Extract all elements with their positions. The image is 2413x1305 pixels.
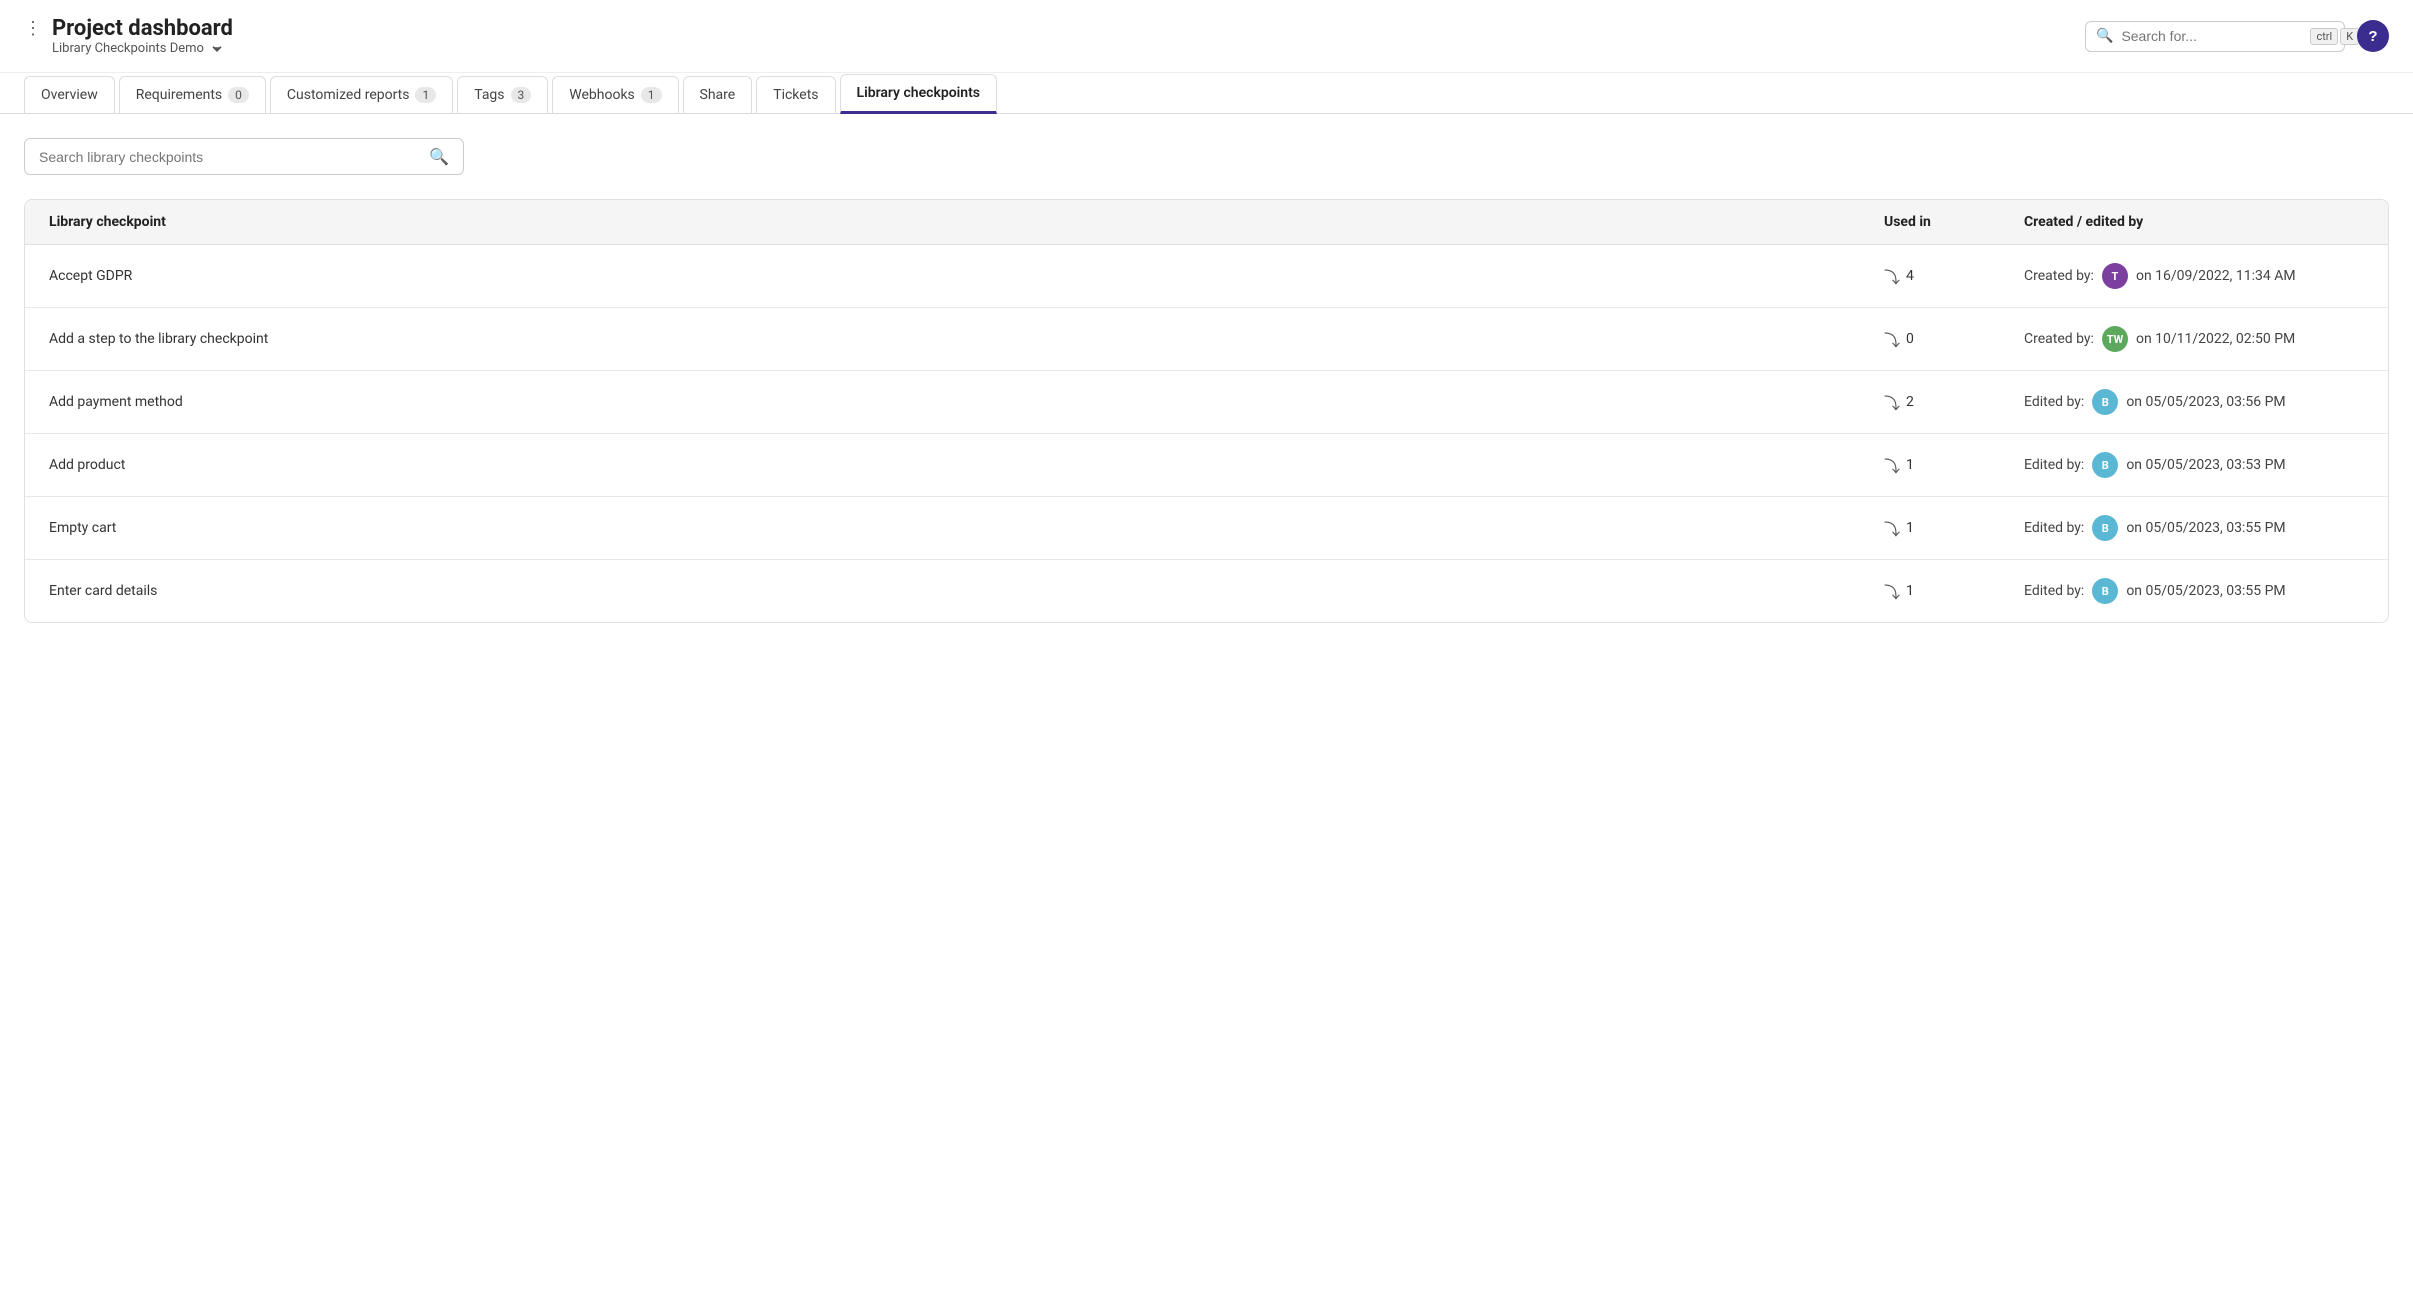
header-right: 🔍 ctrl K ? <box>2085 20 2389 52</box>
table-row[interactable]: Add a step to the library checkpoint ⤵ 0… <box>25 308 2388 371</box>
help-button[interactable]: ? <box>2357 20 2389 52</box>
used-in-cell: ⤵ 1 <box>1884 579 2024 603</box>
table-row[interactable]: Accept GDPR ⤵ 4 Created by: T on 16/09/2… <box>25 245 2388 308</box>
tab-tags-badge: 3 <box>511 87 532 103</box>
tab-tickets-label: Tickets <box>773 87 818 103</box>
header-left: ⋮ Project dashboard Library Checkpoints … <box>24 16 233 56</box>
avatar: T <box>2102 263 2128 289</box>
steps-icon: ⤵ <box>1884 453 1900 477</box>
tab-webhooks-badge: 1 <box>641 87 662 103</box>
used-in-cell: ⤵ 4 <box>1884 264 2024 288</box>
avatar: TW <box>2102 326 2128 352</box>
tab-requirements-badge: 0 <box>228 87 249 103</box>
used-in-count: 1 <box>1906 520 1914 536</box>
date-label: on 05/05/2023, 03:53 PM <box>2126 457 2285 473</box>
tab-overview[interactable]: Overview <box>24 76 115 113</box>
keyboard-shortcut: ctrl K <box>2310 28 2359 45</box>
tab-library-checkpoints-label: Library checkpoints <box>857 85 981 101</box>
date-label: on 05/05/2023, 03:56 PM <box>2126 394 2285 410</box>
table-header: Library checkpoint Used in Created / edi… <box>25 200 2388 245</box>
avatar: B <box>2092 452 2118 478</box>
steps-icon: ⤵ <box>1884 390 1900 414</box>
tab-overview-label: Overview <box>41 87 98 103</box>
tab-requirements-label: Requirements <box>136 87 222 103</box>
created-by-cell: Edited by: B on 05/05/2023, 03:53 PM <box>2024 452 2364 478</box>
main-content: 🔍 Library checkpoint Used in Created / e… <box>0 114 2413 647</box>
tab-tags[interactable]: Tags 3 <box>457 76 548 113</box>
created-by-cell: Edited by: B on 05/05/2023, 03:55 PM <box>2024 515 2364 541</box>
search-icon: 🔍 <box>429 147 449 166</box>
tab-share[interactable]: Share <box>683 76 753 113</box>
checkpoint-name: Add product <box>49 457 1884 473</box>
chevron-down-icon <box>210 42 224 56</box>
ctrl-key: ctrl <box>2310 28 2338 45</box>
tab-webhooks-label: Webhooks <box>569 87 635 103</box>
tab-customized-reports[interactable]: Customized reports 1 <box>270 76 453 113</box>
used-in-count: 0 <box>1906 331 1914 347</box>
used-in-cell: ⤵ 1 <box>1884 516 2024 540</box>
date-label: on 05/05/2023, 03:55 PM <box>2126 583 2285 599</box>
tab-customized-reports-badge: 1 <box>415 87 436 103</box>
col-header-name: Library checkpoint <box>49 214 1884 230</box>
checkpoint-name: Add a step to the library checkpoint <box>49 331 1884 347</box>
created-by-cell: Created by: T on 16/09/2022, 11:34 AM <box>2024 263 2364 289</box>
used-in-count: 1 <box>1906 583 1914 599</box>
action-label: Edited by: <box>2024 457 2084 473</box>
avatar: B <box>2092 578 2118 604</box>
action-label: Edited by: <box>2024 394 2084 410</box>
tab-tickets[interactable]: Tickets <box>756 76 835 113</box>
used-in-cell: ⤵ 0 <box>1884 327 2024 351</box>
project-name: Library Checkpoints Demo <box>52 41 204 56</box>
action-label: Edited by: <box>2024 583 2084 599</box>
used-in-cell: ⤵ 2 <box>1884 390 2024 414</box>
steps-icon: ⤵ <box>1884 264 1900 288</box>
checkpoint-name: Empty cart <box>49 520 1884 536</box>
steps-icon: ⤵ <box>1884 327 1900 351</box>
checkpoint-name: Add payment method <box>49 394 1884 410</box>
action-label: Created by: <box>2024 331 2094 347</box>
date-label: on 05/05/2023, 03:55 PM <box>2126 520 2285 536</box>
tab-tags-label: Tags <box>474 87 504 103</box>
checkpoint-name: Accept GDPR <box>49 268 1884 284</box>
tabs-bar: Overview Requirements 0 Customized repor… <box>0 73 2413 114</box>
checkpoint-name: Enter card details <box>49 583 1884 599</box>
col-header-used-in: Used in <box>1884 214 2024 230</box>
table-row[interactable]: Add product ⤵ 1 Edited by: B on 05/05/20… <box>25 434 2388 497</box>
created-by-cell: Created by: TW on 10/11/2022, 02:50 PM <box>2024 326 2364 352</box>
global-search[interactable]: 🔍 ctrl K <box>2085 21 2345 52</box>
tab-library-checkpoints[interactable]: Library checkpoints <box>840 74 998 114</box>
global-search-input[interactable] <box>2121 28 2302 44</box>
avatar: B <box>2092 389 2118 415</box>
avatar: B <box>2092 515 2118 541</box>
tab-requirements[interactable]: Requirements 0 <box>119 76 266 113</box>
created-by-cell: Edited by: B on 05/05/2023, 03:56 PM <box>2024 389 2364 415</box>
project-selector[interactable]: Library Checkpoints Demo <box>52 41 233 56</box>
app-title: Project dashboard <box>52 16 233 41</box>
table-row[interactable]: Enter card details ⤵ 1 Edited by: B on 0… <box>25 560 2388 622</box>
search-icon: 🔍 <box>2096 28 2113 44</box>
action-label: Edited by: <box>2024 520 2084 536</box>
library-checkpoint-search[interactable]: 🔍 <box>24 138 464 175</box>
date-label: on 16/09/2022, 11:34 AM <box>2136 268 2296 284</box>
created-by-cell: Edited by: B on 05/05/2023, 03:55 PM <box>2024 578 2364 604</box>
tab-customized-reports-label: Customized reports <box>287 87 410 103</box>
table-row[interactable]: Add payment method ⤵ 2 Edited by: B on 0… <box>25 371 2388 434</box>
header-title-block: Project dashboard Library Checkpoints De… <box>52 16 233 56</box>
used-in-cell: ⤵ 1 <box>1884 453 2024 477</box>
steps-icon: ⤵ <box>1884 579 1900 603</box>
used-in-count: 1 <box>1906 457 1914 473</box>
table-row[interactable]: Empty cart ⤵ 1 Edited by: B on 05/05/202… <box>25 497 2388 560</box>
tab-webhooks[interactable]: Webhooks 1 <box>552 76 678 113</box>
steps-icon: ⤵ <box>1884 516 1900 540</box>
library-checkpoints-table: Library checkpoint Used in Created / edi… <box>24 199 2389 623</box>
header: ⋮ Project dashboard Library Checkpoints … <box>0 0 2413 73</box>
action-label: Created by: <box>2024 268 2094 284</box>
tab-share-label: Share <box>700 87 736 103</box>
date-label: on 10/11/2022, 02:50 PM <box>2136 331 2295 347</box>
menu-dots-icon[interactable]: ⋮ <box>24 18 42 39</box>
used-in-count: 4 <box>1906 268 1914 284</box>
col-header-created-edited: Created / edited by <box>2024 214 2364 230</box>
library-checkpoint-search-input[interactable] <box>39 149 419 165</box>
used-in-count: 2 <box>1906 394 1914 410</box>
